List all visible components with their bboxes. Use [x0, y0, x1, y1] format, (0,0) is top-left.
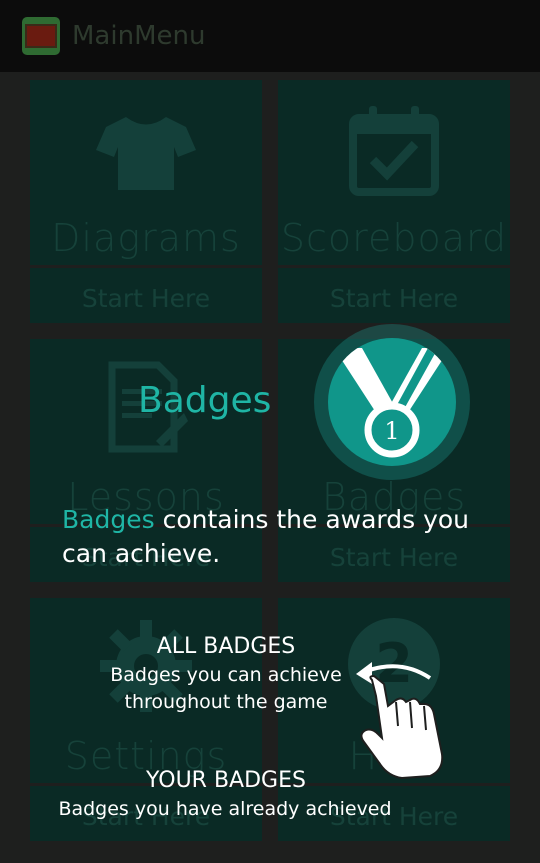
- tile-label: Lessons: [67, 475, 225, 519]
- tile-label: Settings: [64, 734, 228, 778]
- start-here-button[interactable]: Start Here: [278, 543, 510, 572]
- app-title: MainMenu: [72, 21, 206, 51]
- tile-badges[interactable]: Badges Start Here: [278, 339, 510, 582]
- tile-lessons[interactable]: Lessons Start Here: [30, 339, 262, 582]
- shirt-icon: [96, 117, 196, 190]
- help-icon: 2: [348, 618, 440, 710]
- tile-divider: [278, 265, 510, 268]
- tile-divider: [30, 265, 262, 268]
- tile-help[interactable]: 2 Help Start Here: [278, 598, 510, 841]
- start-here-button[interactable]: Start Here: [30, 543, 262, 572]
- start-here-button[interactable]: Start Here: [30, 284, 262, 313]
- menu-grid: Diagrams Start Here Scoreboard Start Her…: [0, 72, 540, 863]
- tile-divider: [278, 524, 510, 527]
- tile-label: Scoreboard: [280, 216, 508, 260]
- svg-text:2: 2: [375, 632, 413, 695]
- document-edit-icon: [108, 361, 188, 453]
- start-here-button[interactable]: Start Here: [278, 802, 510, 831]
- start-here-button[interactable]: Start Here: [278, 284, 510, 313]
- app-bar: MainMenu: [0, 0, 540, 72]
- tile-diagrams[interactable]: Diagrams Start Here: [30, 80, 262, 323]
- tile-label: Badges: [321, 475, 467, 519]
- tile-divider: [30, 783, 262, 786]
- tile-settings[interactable]: Settings Start Here: [30, 598, 262, 841]
- tile-divider: [30, 524, 262, 527]
- gear-icon: [100, 620, 192, 712]
- tile-scoreboard[interactable]: Scoreboard Start Here: [278, 80, 510, 323]
- tile-label: Help: [348, 734, 440, 778]
- app-logo-icon: [22, 17, 60, 55]
- calendar-check-icon: [349, 106, 439, 196]
- tile-divider: [278, 783, 510, 786]
- start-here-button[interactable]: Start Here: [30, 802, 262, 831]
- tile-label: Diagrams: [51, 216, 241, 260]
